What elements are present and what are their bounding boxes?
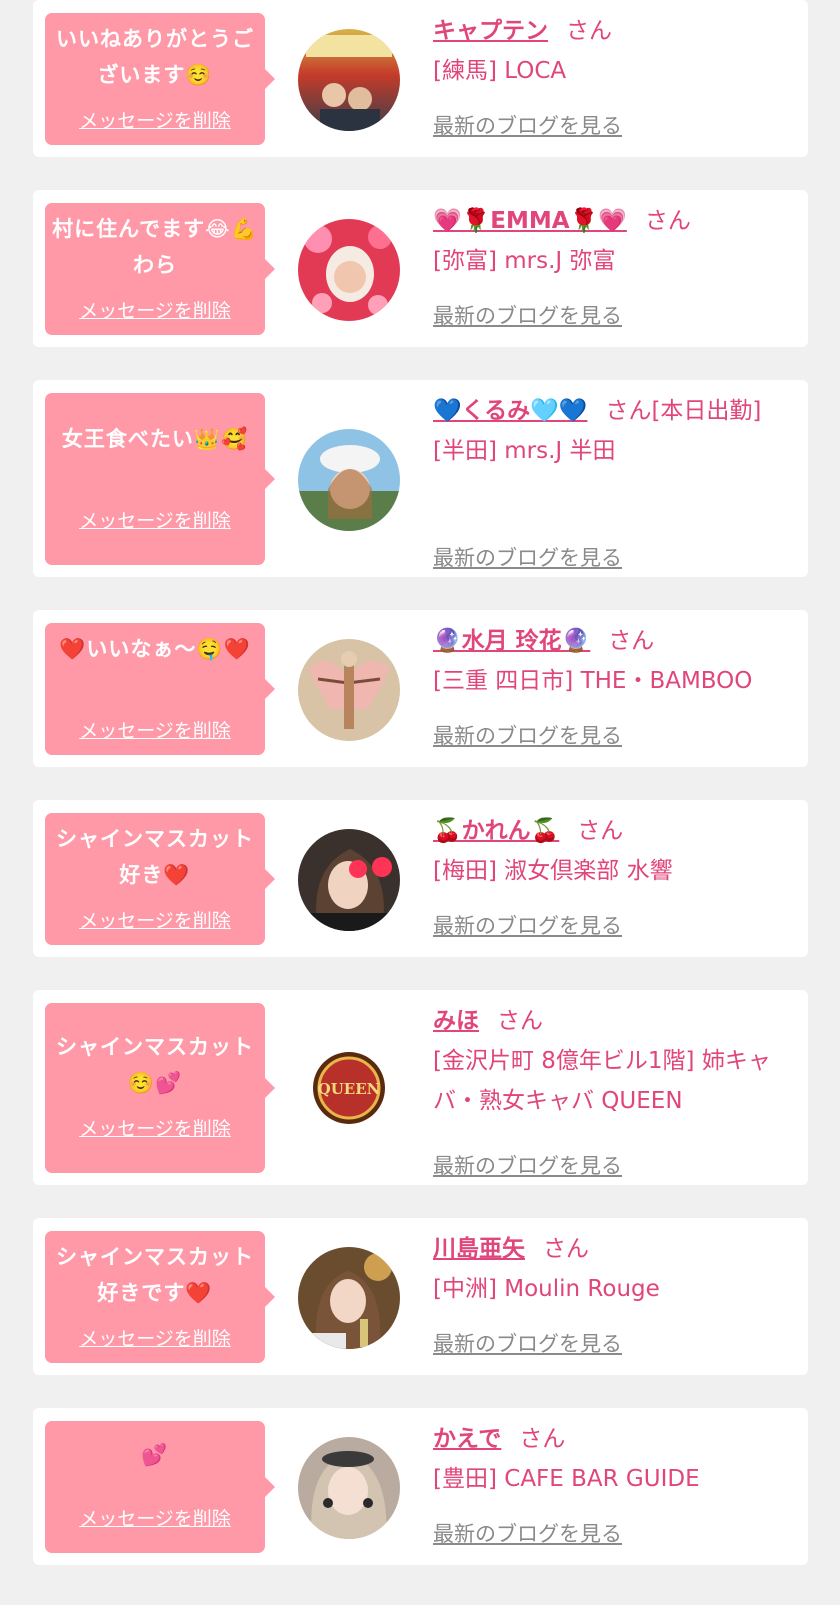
- message-bubble: 村に住んでます😂💪わら メッセージを削除: [45, 203, 275, 335]
- shop-label: [練馬] LOCA: [433, 58, 567, 84]
- message-card: シャインマスカット好き❤️ メッセージを削除 🍒かれん🍒 さん [梅田] 淑女倶楽…: [33, 800, 808, 957]
- profile-photo-icon: [298, 429, 400, 531]
- profile-photo-icon: [298, 219, 400, 321]
- profile-name-link[interactable]: 💙くるみ🩵💙: [433, 398, 587, 424]
- latest-blog-link[interactable]: 最新のブログを見る: [433, 112, 622, 140]
- queen-logo-icon: QUEEN: [313, 1052, 385, 1124]
- delete-message-link[interactable]: メッセージを削除: [45, 909, 265, 933]
- latest-blog-link[interactable]: 最新のブログを見る: [433, 544, 622, 572]
- profile-info: 🍒かれん🍒 さん [梅田] 淑女倶楽部 水響 最新のブログを見る: [433, 811, 793, 938]
- message-text: シャインマスカット好き❤️: [56, 827, 254, 887]
- honorific: さん: [644, 208, 691, 234]
- latest-blog-link[interactable]: 最新のブログを見る: [433, 1330, 622, 1358]
- honorific: さん: [497, 1008, 543, 1034]
- avatar[interactable]: [298, 429, 400, 531]
- shop-label: [半田] mrs.J 半田: [433, 438, 616, 464]
- profile-photo-icon: [298, 29, 400, 131]
- latest-blog-link[interactable]: 最新のブログを見る: [433, 1520, 622, 1548]
- message-bubble: 💕 メッセージを削除: [45, 1421, 275, 1553]
- message-card: いいねありがとうございます☺️ メッセージを削除 キャプテン さん [練馬] LO…: [33, 0, 808, 157]
- name-line: 🔮水月 玲花🔮 さん: [433, 621, 793, 661]
- avatar[interactable]: [298, 29, 400, 131]
- profile-name-link[interactable]: キャプテン: [433, 18, 548, 44]
- profile-info: みほ さん [金沢片町 8億年ビル1階] 姉キャバ・熟女キャバ QUEEN 最新の…: [433, 1001, 793, 1178]
- honorific: さん: [543, 1236, 589, 1262]
- shop-label: [豊田] CAFE BAR GUIDE: [433, 1466, 700, 1492]
- message-card: 村に住んでます😂💪わら メッセージを削除 💗🌹EMMA🌹💗 さん [弥富] mrs…: [33, 190, 808, 347]
- profile-photo-icon: [298, 639, 400, 741]
- message-text: 女王食べたい👑🥰: [61, 427, 249, 451]
- message-bubble: ❤️いいなぁ〜🤤❤️ メッセージを削除: [45, 623, 275, 755]
- delete-message-link[interactable]: メッセージを削除: [45, 1507, 265, 1531]
- delete-message-link[interactable]: メッセージを削除: [45, 719, 265, 743]
- avatar[interactable]: [298, 829, 400, 931]
- like-message-list: いいねありがとうございます☺️ メッセージを削除 キャプテン さん [練馬] LO…: [0, 0, 840, 1605]
- avatar[interactable]: [298, 219, 400, 321]
- name-line: 🍒かれん🍒 さん: [433, 811, 793, 851]
- profile-name-link[interactable]: みほ: [433, 1008, 479, 1034]
- message-bubble: シャインマスカット☺️💕 メッセージを削除: [45, 1003, 275, 1173]
- profile-name-link[interactable]: 🍒かれん🍒: [433, 818, 559, 844]
- profile-photo-icon: [298, 1247, 400, 1349]
- message-bubble: シャインマスカット好き❤️ メッセージを削除: [45, 813, 275, 945]
- message-card: シャインマスカット好きです❤️ メッセージを削除 川島亜矢 さん [中洲] Mou…: [33, 1218, 808, 1375]
- name-line: かえで さん: [433, 1419, 793, 1459]
- message-text: シャインマスカット好きです❤️: [56, 1245, 254, 1305]
- message-text: シャインマスカット☺️💕: [56, 1035, 254, 1095]
- message-text: いいねありがとうございます☺️: [56, 27, 254, 87]
- shop-label: [梅田] 淑女倶楽部 水響: [433, 858, 673, 884]
- honorific: さん: [519, 1426, 566, 1452]
- message-bubble: いいねありがとうございます☺️ メッセージを削除: [45, 13, 275, 145]
- name-line: キャプテン さん: [433, 11, 793, 51]
- svg-text:QUEEN: QUEEN: [318, 1080, 381, 1098]
- avatar[interactable]: [298, 1437, 400, 1539]
- profile-info: 川島亜矢 さん [中洲] Moulin Rouge 最新のブログを見る: [433, 1229, 793, 1356]
- honorific: さん: [608, 628, 655, 654]
- profile-photo-icon: [298, 829, 400, 931]
- name-line: 💙くるみ🩵💙 さん[本日出勤]: [433, 391, 793, 431]
- profile-info: 💗🌹EMMA🌹💗 さん [弥富] mrs.J 弥富 最新のブログを見る: [433, 201, 793, 328]
- delete-message-link[interactable]: メッセージを削除: [45, 509, 265, 533]
- avatar[interactable]: [298, 1247, 400, 1349]
- shop-label: [中洲] Moulin Rouge: [433, 1276, 660, 1302]
- honorific: さん[本日出勤]: [605, 398, 762, 424]
- profile-info: キャプテン さん [練馬] LOCA 最新のブログを見る: [433, 11, 793, 138]
- avatar[interactable]: [298, 639, 400, 741]
- message-text: ❤️いいなぁ〜🤤❤️: [59, 637, 251, 661]
- message-card: ❤️いいなぁ〜🤤❤️ メッセージを削除 🔮水月 玲花🔮 さん [三重 四日市] T…: [33, 610, 808, 767]
- latest-blog-link[interactable]: 最新のブログを見る: [433, 1152, 622, 1180]
- name-line: みほ さん: [433, 1001, 793, 1041]
- delete-message-link[interactable]: メッセージを削除: [45, 1117, 265, 1141]
- delete-message-link[interactable]: メッセージを削除: [45, 1327, 265, 1351]
- latest-blog-link[interactable]: 最新のブログを見る: [433, 302, 622, 330]
- name-line: 💗🌹EMMA🌹💗 さん: [433, 201, 793, 241]
- profile-info: 💙くるみ🩵💙 さん[本日出勤] [半田] mrs.J 半田 最新のブログを見る: [433, 391, 793, 570]
- profile-name-link[interactable]: 💗🌹EMMA🌹💗: [433, 208, 627, 234]
- message-text: 💕: [141, 1443, 169, 1467]
- honorific: さん: [577, 818, 624, 844]
- honorific: さん: [566, 18, 612, 44]
- profile-name-link[interactable]: 🔮水月 玲花🔮: [433, 628, 590, 654]
- delete-message-link[interactable]: メッセージを削除: [45, 109, 265, 133]
- message-bubble: 女王食べたい👑🥰 メッセージを削除: [45, 393, 275, 565]
- profile-name-link[interactable]: かえで: [433, 1426, 501, 1452]
- delete-message-link[interactable]: メッセージを削除: [45, 299, 265, 323]
- name-line: 川島亜矢 さん: [433, 1229, 793, 1269]
- profile-info: かえで さん [豊田] CAFE BAR GUIDE 最新のブログを見る: [433, 1419, 793, 1546]
- message-card: 女王食べたい👑🥰 メッセージを削除 💙くるみ🩵💙 さん[本日出勤] [半田] mr…: [33, 380, 808, 577]
- latest-blog-link[interactable]: 最新のブログを見る: [433, 722, 622, 750]
- avatar[interactable]: QUEEN: [311, 1050, 387, 1126]
- message-card: シャインマスカット☺️💕 メッセージを削除 QUEEN みほ さん [金沢片町 8…: [33, 990, 808, 1185]
- message-bubble: シャインマスカット好きです❤️ メッセージを削除: [45, 1231, 275, 1363]
- latest-blog-link[interactable]: 最新のブログを見る: [433, 912, 622, 940]
- profile-name-link[interactable]: 川島亜矢: [433, 1236, 525, 1262]
- shop-label: [金沢片町 8億年ビル1階] 姉キャバ・熟女キャバ QUEEN: [433, 1048, 771, 1114]
- message-card: 💕 メッセージを削除 かえで さん [豊田] CAFE BAR GUIDE 最新の…: [33, 1408, 808, 1565]
- profile-photo-icon: [298, 1437, 400, 1539]
- shop-label: [三重 四日市] THE・BAMBOO: [433, 668, 753, 694]
- profile-info: 🔮水月 玲花🔮 さん [三重 四日市] THE・BAMBOO 最新のブログを見る: [433, 621, 793, 748]
- shop-label: [弥富] mrs.J 弥富: [433, 248, 616, 274]
- message-text: 村に住んでます😂💪わら: [52, 217, 258, 277]
